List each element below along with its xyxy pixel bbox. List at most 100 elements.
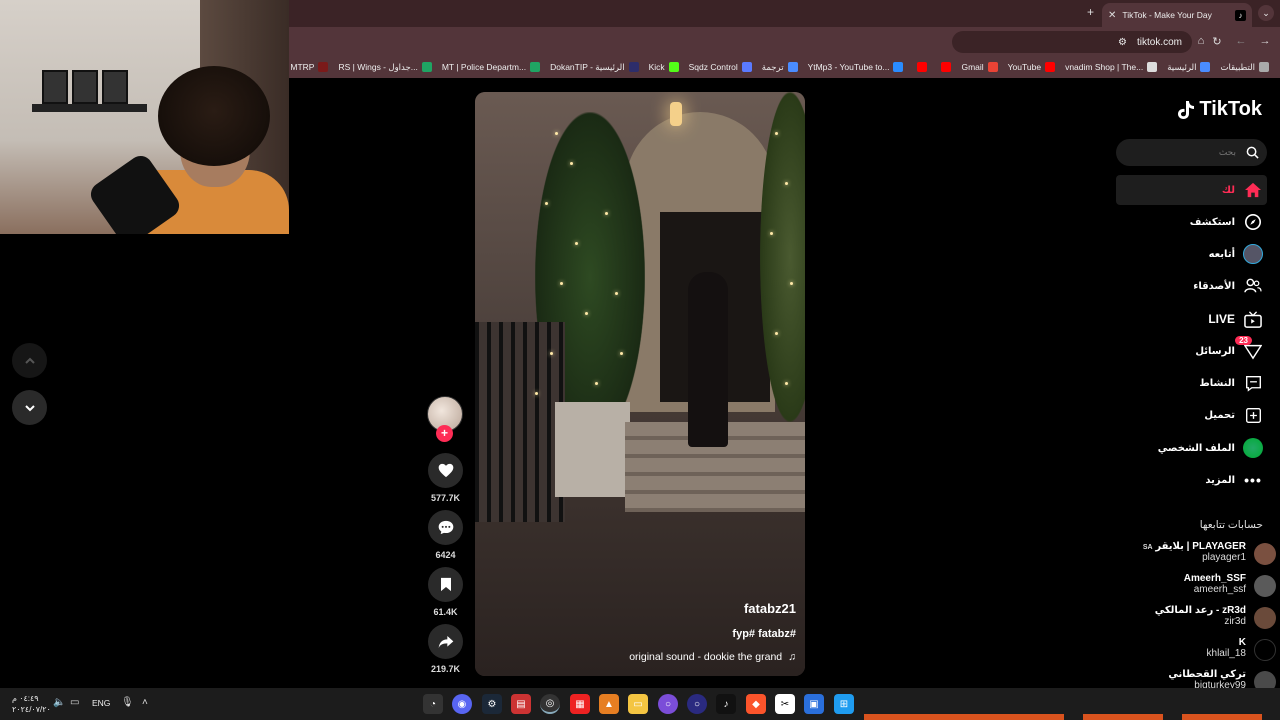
nav-profile[interactable]: الملف الشخصي [1116, 433, 1267, 463]
taskbar-clock[interactable]: ٠٤:٤٩ م ٢٠٢٤/٠٧/٢٠ [12, 693, 51, 715]
youtube-icon [1045, 62, 1056, 72]
bookmark-label: Kick [648, 62, 665, 72]
bookmark-item[interactable]: MTRP [289, 62, 331, 72]
comment-button[interactable] [428, 510, 463, 545]
network-icon[interactable]: ▭ [70, 697, 79, 708]
reload-icon[interactable]: ↻ [1210, 34, 1224, 48]
store-icon[interactable]: ▣ [804, 694, 824, 714]
url-text[interactable]: tiktok.com [1137, 37, 1182, 48]
bookmark-item[interactable]: YouTube [1005, 62, 1058, 72]
forward-icon[interactable]: ← [1234, 34, 1248, 48]
youtube-icon [941, 62, 952, 72]
windows-start-icon[interactable]: ⊞ [834, 694, 854, 714]
site-settings-icon[interactable]: ⚙ [1118, 37, 1127, 48]
tab-search-button[interactable]: ⌄ [1258, 5, 1274, 21]
profile-avatar-icon [1243, 438, 1263, 458]
account-name: تركي القحطاني [1168, 669, 1246, 680]
search-placeholder: بحث [1218, 147, 1236, 157]
video-sound[interactable]: original sound - dookie the grand ♫ [629, 651, 796, 663]
app-icon[interactable]: ○ [658, 694, 678, 714]
clock-date: ٢٠٢٤/٠٧/٢٠ [12, 705, 51, 714]
ytmp3-icon [893, 62, 904, 72]
omnibox[interactable]: ⚙ tiktok.com [952, 31, 1192, 53]
bookmark-item[interactable]: MT | Police Departm... [439, 62, 543, 72]
following-account[interactable]: SA بلايقر | PLAYAGER playager1 [1106, 541, 1276, 565]
nav-explore[interactable]: استكشف [1116, 207, 1267, 237]
back-icon[interactable]: → [1258, 34, 1272, 48]
app-icon[interactable]: ▤ [511, 694, 531, 714]
clock-time: ٠٤:٤٩ م [12, 694, 39, 703]
video-hashtags[interactable]: fyp# fatabz# [732, 628, 796, 640]
tiktok-logo[interactable]: TikTok [1177, 98, 1262, 121]
following-account[interactable]: K khlail_18 [1106, 637, 1276, 661]
share-count: 219.7K [430, 664, 461, 674]
new-tab-button[interactable]: + [1087, 5, 1094, 19]
messages-badge: 23 [1235, 336, 1252, 345]
bookmark-label: ترجمة [761, 61, 784, 72]
avatar [1254, 607, 1276, 629]
capcut-icon[interactable]: ✂ [775, 694, 795, 714]
bookmark-item[interactable]: Gmail [958, 62, 1000, 72]
bookmark-item[interactable]: RS | Wings - جداول... [335, 62, 434, 73]
account-prefix: SA [1142, 544, 1153, 551]
tiktok-icon[interactable]: ♪ [716, 694, 736, 714]
follow-button[interactable]: + [436, 425, 453, 442]
bookmark-item[interactable]: الرئيسية [1164, 62, 1213, 73]
nav-for-you[interactable]: لك [1116, 175, 1267, 205]
nav-messages[interactable]: الرسائل 23 [1116, 336, 1267, 366]
nav-friends[interactable]: الأصدقاء [1116, 271, 1267, 301]
bookmark-label: DokanTIP - الرئيسية [550, 61, 625, 72]
nav-activity[interactable]: النشاط [1116, 368, 1267, 398]
tab-tiktok[interactable]: ✕ TikTok - Make Your Day ♪ [1102, 3, 1252, 27]
bookmark-item[interactable]: DokanTIP - الرئيسية [547, 62, 641, 73]
following-account[interactable]: رعد المالكي - zR3d zir3d [1106, 605, 1276, 629]
nav-following[interactable]: أتابعه [1116, 239, 1267, 269]
app-icon[interactable]: ○ [687, 694, 707, 714]
nav-upload[interactable]: تحميل [1116, 400, 1267, 430]
bookmark-item[interactable] [910, 62, 930, 72]
bookmark-item[interactable] [934, 62, 954, 72]
chrome-icon[interactable]: ◎ [540, 694, 560, 714]
bookmark-item[interactable]: YtMp3 - YouTube to... [805, 62, 907, 72]
save-button[interactable] [428, 567, 463, 602]
chevron-up-icon[interactable]: ˄ [142, 697, 148, 708]
steam-icon[interactable]: ⚙ [482, 694, 502, 714]
comment-count: 6424 [435, 550, 456, 560]
file-explorer-icon[interactable]: ▭ [628, 694, 648, 714]
bookmark-label: Sqdz Control [688, 62, 738, 72]
app-icon[interactable]: ▦ [570, 694, 590, 714]
brave-icon[interactable]: ◆ [746, 694, 766, 714]
language-indicator[interactable]: ENG [92, 698, 110, 708]
bookmark-label: vnadim Shop | The... [1065, 62, 1144, 72]
following-account[interactable]: Ameerh_SSF ameerh_ssf [1106, 573, 1276, 597]
bookmark-item[interactable]: Sqdz Control [686, 62, 755, 72]
bookmark-label: YouTube [1007, 62, 1042, 72]
volume-icon[interactable]: 🔈 [53, 697, 65, 708]
app-icon[interactable]: ◔ [423, 694, 443, 714]
microphone-icon[interactable]: 🎙 [121, 697, 134, 708]
app-icon[interactable]: ▲ [599, 694, 619, 714]
next-video-button[interactable] [12, 390, 47, 425]
account-handle: ameerh_ssf [1193, 584, 1246, 595]
account-handle: playager1 [1202, 552, 1246, 563]
bookmark-item[interactable]: vnadim Shop | The... [1062, 62, 1160, 72]
search-input[interactable]: بحث [1116, 139, 1267, 166]
discord-icon[interactable]: ◉ [452, 694, 472, 714]
nav-label: أتابعه [1208, 248, 1235, 260]
home-icon[interactable]: ⌂ [1194, 34, 1208, 48]
like-button[interactable] [428, 453, 463, 488]
bookmark-item[interactable]: التطبيقات [1217, 62, 1272, 73]
share-button[interactable] [428, 624, 463, 659]
previous-video-button[interactable] [12, 343, 47, 378]
nav-live[interactable]: LIVE [1116, 304, 1267, 334]
nav-more[interactable]: المزيد ••• [1116, 465, 1267, 495]
bookmark-label: MT | Police Departm... [441, 62, 527, 72]
close-icon[interactable]: ✕ [1108, 10, 1116, 21]
sheets-icon [421, 62, 432, 72]
bookmark-item[interactable]: Kick [646, 62, 682, 72]
globe-icon [1147, 62, 1158, 72]
sound-title[interactable]: original sound - dookie the grand [629, 651, 782, 663]
video-author[interactable]: fatabz21 [744, 601, 796, 616]
bookmark-item[interactable]: ترجمة [759, 62, 801, 73]
video-player[interactable]: fatabz21 fyp# fatabz# original sound - d… [475, 92, 805, 676]
